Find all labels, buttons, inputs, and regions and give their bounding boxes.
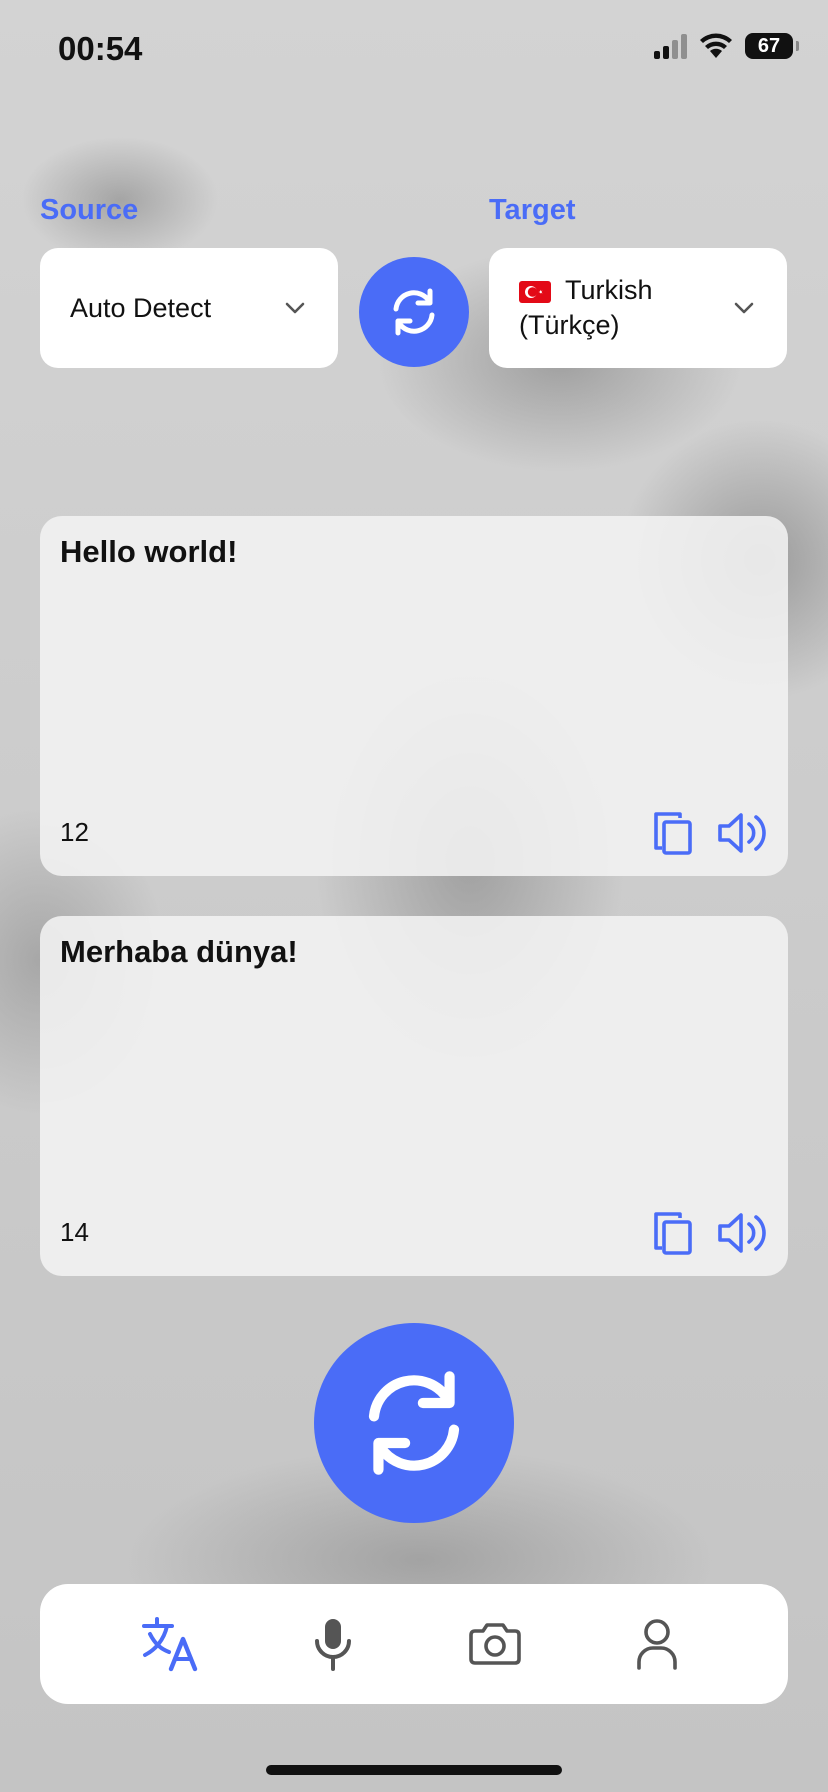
source-card-actions <box>652 810 770 856</box>
chevron-down-icon <box>285 302 305 314</box>
speaker-icon[interactable] <box>716 811 770 855</box>
target-language-value: Turkish (Türkçe) <box>519 273 731 343</box>
bottom-tab-bar <box>40 1584 788 1704</box>
source-language-value: Auto Detect <box>70 292 212 323</box>
translate-button[interactable] <box>314 1323 514 1523</box>
speaker-icon[interactable] <box>716 1211 770 1255</box>
profile-icon <box>637 1619 677 1670</box>
tab-voice[interactable] <box>293 1604 373 1684</box>
microphone-icon <box>315 1619 351 1671</box>
translated-card-actions <box>652 1210 770 1256</box>
refresh-icon <box>368 1371 460 1475</box>
source-label: Source <box>40 194 139 226</box>
wifi-icon <box>700 33 732 58</box>
swap-languages-button[interactable] <box>359 257 469 367</box>
translated-text-card: Merhaba dünya! 14 <box>40 916 788 1276</box>
source-char-count: 12 <box>60 817 89 847</box>
cellular-signal-icon <box>654 33 687 59</box>
status-time: 00:54 <box>58 30 143 67</box>
tab-profile[interactable] <box>617 1604 697 1684</box>
battery-level: 67 <box>757 34 781 57</box>
source-text-input[interactable]: Hello world! <box>60 534 237 570</box>
source-language-picker[interactable]: Auto Detect <box>40 248 338 368</box>
translated-text-output: Merhaba dünya! <box>60 934 298 969</box>
chevron-down-icon <box>734 302 754 314</box>
target-language-native-name: (Türkçe) <box>519 310 620 340</box>
home-indicator <box>266 1765 562 1775</box>
copy-icon[interactable] <box>652 810 696 856</box>
battery-icon: 67 <box>745 33 799 59</box>
copy-icon[interactable] <box>652 1210 696 1256</box>
turkey-flag-icon <box>519 280 551 303</box>
camera-icon <box>469 1623 521 1665</box>
target-language-name: Turkish <box>565 275 653 305</box>
tab-translate[interactable] <box>131 1604 211 1684</box>
translate-icon <box>142 1617 198 1672</box>
swap-icon <box>393 288 435 336</box>
translated-char-count: 14 <box>60 1217 89 1247</box>
status-icons: 67 <box>654 33 799 59</box>
target-language-picker[interactable]: Turkish (Türkçe) <box>489 248 787 368</box>
tab-camera[interactable] <box>455 1604 535 1684</box>
target-label: Target <box>489 194 576 226</box>
source-text-card[interactable]: Hello world! 12 <box>40 516 788 876</box>
